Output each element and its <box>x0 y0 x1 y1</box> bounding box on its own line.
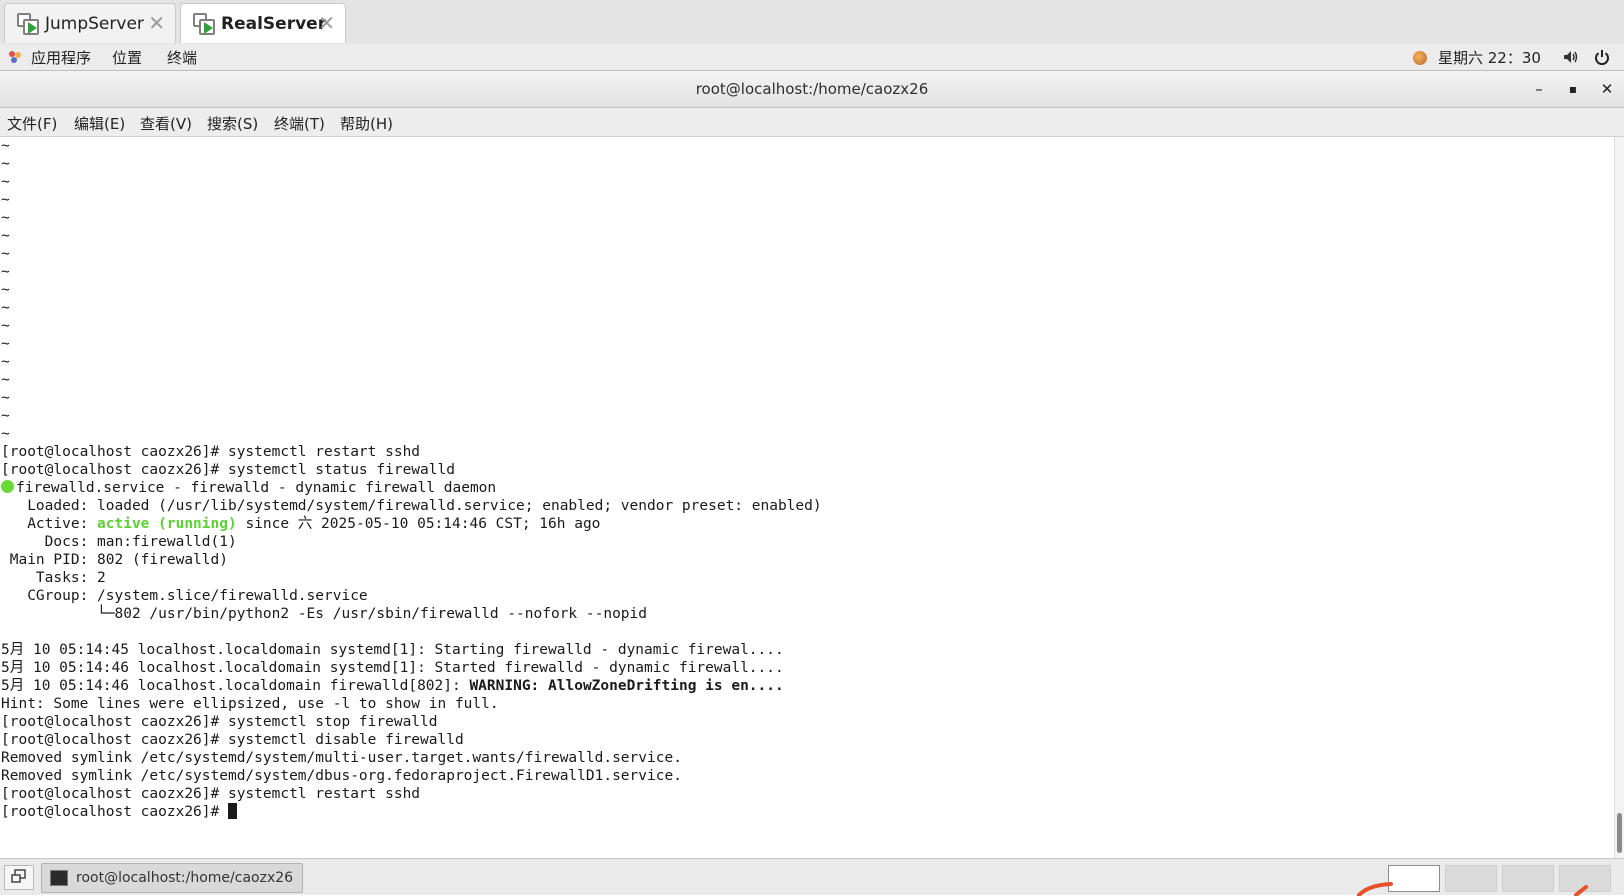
output-line: Active: active (running) since 六 2025-05… <box>1 515 600 533</box>
empty-line-marker: ~ <box>1 192 10 208</box>
output-line: └─802 /usr/bin/python2 -Es /usr/sbin/fir… <box>1 606 648 622</box>
scrollbar-thumb[interactable] <box>1617 813 1622 853</box>
places-menu[interactable]: 位置 <box>112 47 142 68</box>
output-line: Main PID: 802 (firewalld) <box>1 552 228 568</box>
empty-line-marker: ~ <box>1 408 10 424</box>
terminal-menubar: 文件(F) 编辑(E) 查看(V) 搜索(S) 终端(T) 帮助(H) <box>0 108 1624 137</box>
tab-label: RealServer <box>221 13 327 34</box>
applications-icon <box>9 51 21 63</box>
window-title-bar[interactable]: root@localhost:/home/caozx26 – ▪ ✕ <box>0 71 1624 108</box>
text-cursor <box>227 803 237 819</box>
empty-line-marker: ~ <box>1 318 10 334</box>
red-annotation-mark <box>1574 885 1588 896</box>
service-header: firewalld.service - firewalld - dynamic … <box>16 480 497 496</box>
command-line: [root@localhost caozx26]# systemctl rest… <box>1 444 421 460</box>
terminal-icon <box>50 870 68 886</box>
taskbar-window-label: root@localhost:/home/caozx26 <box>76 870 294 886</box>
terminal-output[interactable]: ~ ~ ~ ~ ~ ~ ~ ~ ~ ~ ~ ~ ~ ~ ~ ~ ~ [root@… <box>0 137 1614 858</box>
volume-icon[interactable] <box>1563 49 1579 65</box>
output-line: firewalld.service - firewalld - dynamic … <box>1 479 496 497</box>
close-icon[interactable]: ✕ <box>148 13 165 33</box>
window-title: root@localhost:/home/caozx26 <box>695 80 929 98</box>
top-panel: 应用程序 位置 终端 星期六 22：30 <box>0 44 1624 71</box>
empty-line-marker: ~ <box>1 336 10 352</box>
show-desktop-icon <box>11 869 26 883</box>
output-line: CGroup: /system.slice/firewalld.service <box>1 588 368 604</box>
prompt: [root@localhost caozx26]# <box>1 804 228 820</box>
output-line: Removed symlink /etc/systemd/system/dbus… <box>1 768 682 784</box>
output-line: Docs: man:firewalld(1) <box>1 534 237 550</box>
empty-line-marker: ~ <box>1 300 10 316</box>
menu-search[interactable]: 搜索(S) <box>207 113 258 134</box>
status-dot-icon <box>1 480 14 493</box>
log-prefix: 5月 10 05:14:46 localhost.localdomain fir… <box>1 678 470 694</box>
empty-line-marker: ~ <box>1 264 10 280</box>
minimize-icon[interactable]: – <box>1529 79 1549 99</box>
empty-line-marker: ~ <box>1 246 10 262</box>
clock[interactable]: 星期六 22：30 <box>1438 47 1541 68</box>
log-warning: WARNING: AllowZoneDrifting is en.... <box>469 678 784 694</box>
red-annotation-mark <box>1357 882 1393 896</box>
empty-line-marker: ~ <box>1 174 10 190</box>
command-line: [root@localhost caozx26]# systemctl stop… <box>1 714 438 730</box>
workspace-2[interactable] <box>1445 865 1497 892</box>
command-line: [root@localhost caozx26]# systemctl disa… <box>1 732 464 748</box>
empty-line-marker: ~ <box>1 210 10 226</box>
empty-line-marker: ~ <box>1 372 10 388</box>
menu-view[interactable]: 查看(V) <box>140 113 192 134</box>
terminal-app-menu[interactable]: 终端 <box>167 47 197 68</box>
command-line: [root@localhost caozx26]# systemctl rest… <box>1 786 421 802</box>
command-line: [root@localhost caozx26]# systemctl stat… <box>1 462 455 478</box>
power-icon[interactable] <box>1594 49 1610 65</box>
vm-icon <box>193 12 215 35</box>
tab-realserver[interactable]: RealServer ✕ <box>180 3 346 43</box>
empty-line-marker: ~ <box>1 426 10 442</box>
empty-line-marker: ~ <box>1 138 10 154</box>
user-avatar-icon[interactable] <box>1413 51 1427 65</box>
empty-line-marker: ~ <box>1 390 10 406</box>
prompt-line[interactable]: [root@localhost caozx26]# <box>1 803 237 821</box>
tab-jumpserver[interactable]: JumpServer ✕ <box>4 3 176 43</box>
vm-icon <box>17 12 39 35</box>
menu-edit[interactable]: 编辑(E) <box>74 113 125 134</box>
output-line: Loaded: loaded (/usr/lib/systemd/system/… <box>1 498 822 514</box>
workspace-3[interactable] <box>1502 865 1554 892</box>
bottom-taskbar: root@localhost:/home/caozx26 <box>0 858 1624 896</box>
vm-tab-bar: JumpServer ✕ RealServer ✕ <box>0 0 1624 44</box>
log-line: 5月 10 05:14:46 localhost.localdomain fir… <box>1 677 784 695</box>
menu-help[interactable]: 帮助(H) <box>340 113 393 134</box>
menu-file[interactable]: 文件(F) <box>7 113 57 134</box>
empty-line-marker: ~ <box>1 228 10 244</box>
terminal-scrollbar[interactable] <box>1614 137 1624 858</box>
log-line: 5月 10 05:14:46 localhost.localdomain sys… <box>1 660 784 676</box>
tab-label: JumpServer <box>45 13 144 34</box>
close-icon[interactable]: ✕ <box>318 13 335 33</box>
empty-line-marker: ~ <box>1 282 10 298</box>
output-line: Tasks: 2 <box>1 570 106 586</box>
active-since: since 六 2025-05-10 05:14:46 CST; 16h ago <box>236 516 601 532</box>
output-line: Removed symlink /etc/systemd/system/mult… <box>1 750 682 766</box>
applications-menu[interactable]: 应用程序 <box>31 47 91 68</box>
menu-terminal[interactable]: 终端(T) <box>274 113 325 134</box>
empty-line-marker: ~ <box>1 156 10 172</box>
maximize-icon[interactable]: ▪ <box>1563 79 1583 99</box>
close-icon[interactable]: ✕ <box>1597 79 1617 99</box>
active-status: active (running) <box>97 516 237 532</box>
output-line: Hint: Some lines were ellipsized, use -l… <box>1 696 499 712</box>
active-label: Active: <box>1 516 98 532</box>
show-desktop-button[interactable] <box>4 865 34 890</box>
taskbar-window-button[interactable]: root@localhost:/home/caozx26 <box>41 863 303 893</box>
empty-line-marker: ~ <box>1 354 10 370</box>
log-line: 5月 10 05:14:45 localhost.localdomain sys… <box>1 642 784 658</box>
